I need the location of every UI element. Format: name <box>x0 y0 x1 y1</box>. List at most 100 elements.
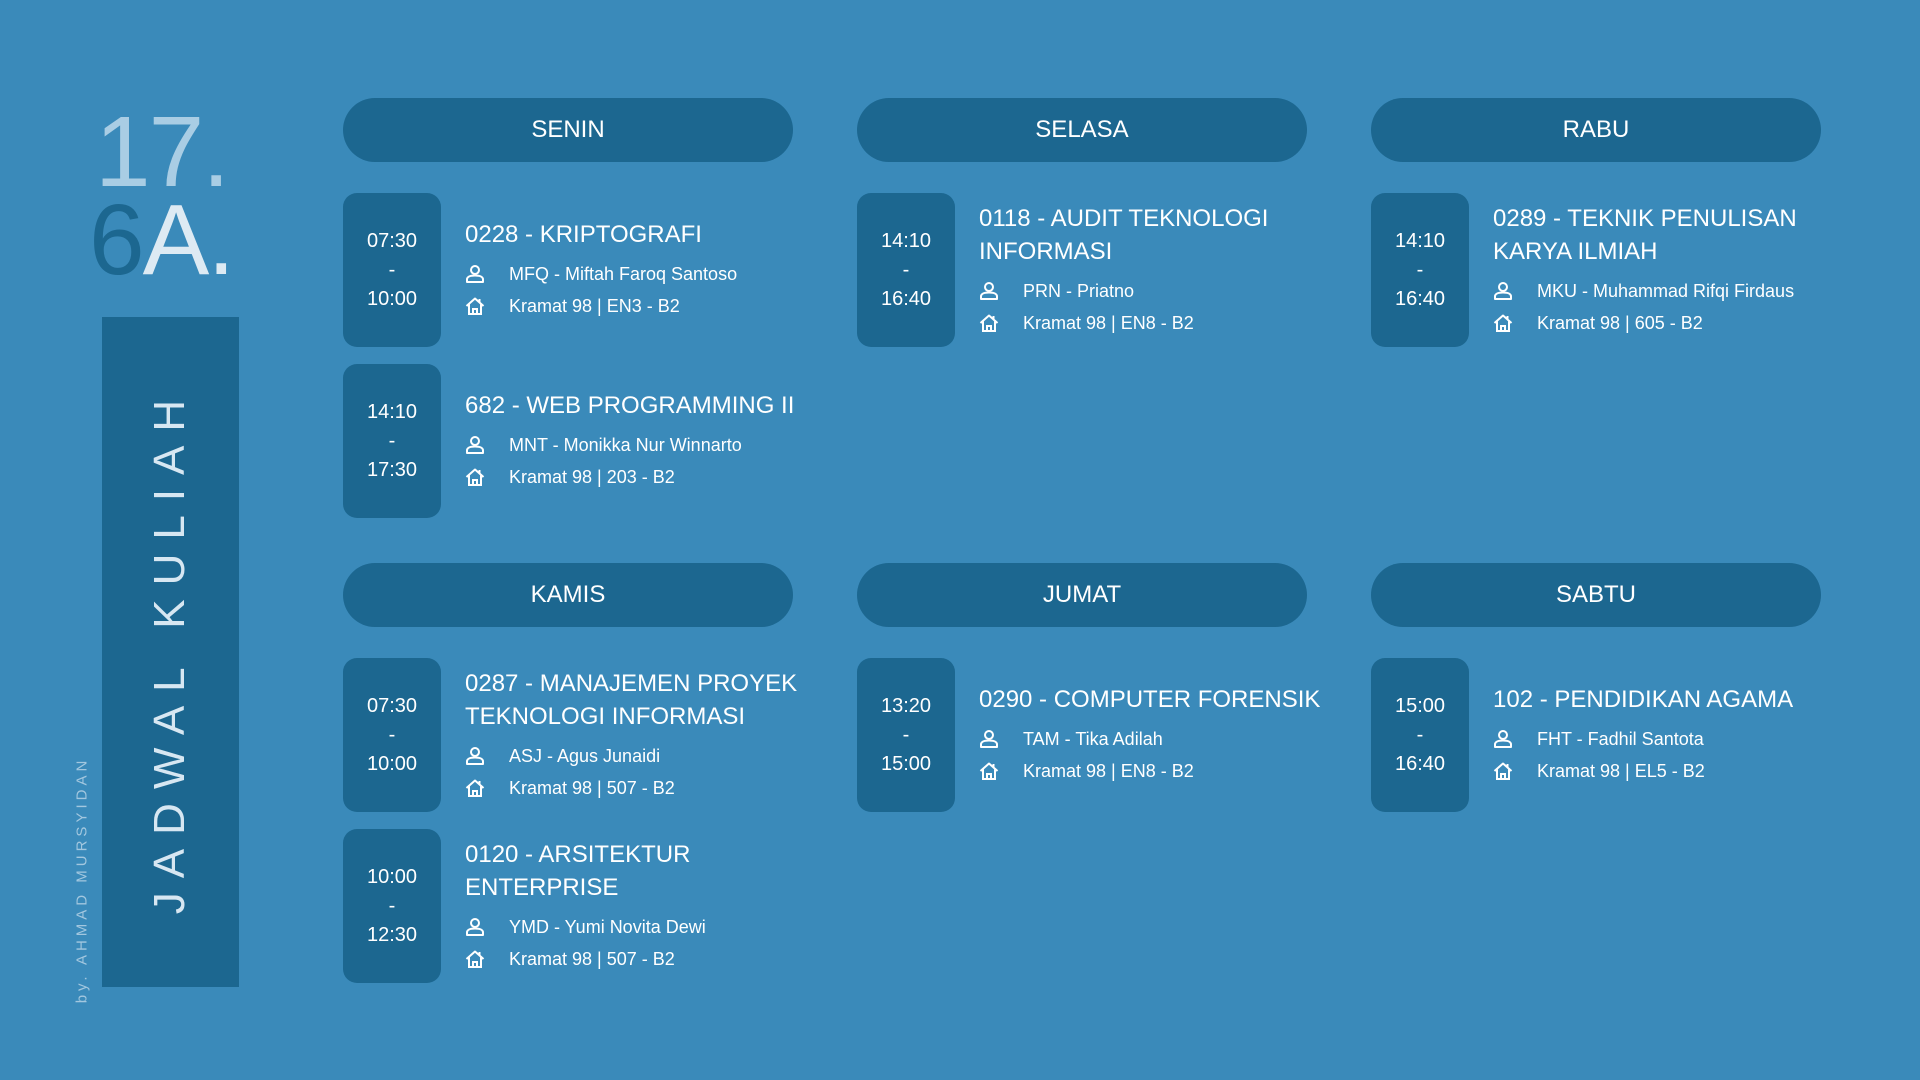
start-time: 14:10 <box>1394 229 1446 252</box>
course-title: 0290 - COMPUTER FORENSIK <box>979 686 1321 713</box>
time-box: 13:20 - 15:00 <box>857 658 955 812</box>
start-time: 10:00 <box>366 865 418 888</box>
time-separator: - <box>388 723 396 746</box>
home-icon <box>979 313 1001 333</box>
time-separator: - <box>388 258 396 281</box>
room-row: Kramat 98 | EN8 - B2 <box>979 307 1334 339</box>
lecturer-name: MNT - Monikka Nur Winnarto <box>509 435 742 455</box>
time-box: 14:10 - 16:40 <box>857 193 955 347</box>
room-location: Kramat 98 | EL5 - B2 <box>1537 761 1705 781</box>
class-code-number: 6 <box>89 184 145 296</box>
course-title: 102 - PENDIDIKAN AGAMA <box>1493 686 1794 713</box>
course-title: 0228 - KRIPTOGRAFI <box>465 221 702 248</box>
lecturer-row: YMD - Yumi Novita Dewi <box>465 911 820 943</box>
time-separator: - <box>1416 258 1424 281</box>
end-time: 16:40 <box>1394 287 1446 310</box>
lecturer-row: PRN - Priatno <box>979 275 1334 307</box>
end-time: 10:00 <box>366 752 418 775</box>
start-time: 13:20 <box>880 694 932 717</box>
lecturer-name: MKU - Muhammad Rifqi Firdaus <box>1537 280 1795 301</box>
class-code-letter: A. <box>142 184 235 296</box>
person-icon <box>979 729 1001 749</box>
course-info: 682 - WEB PROGRAMMING II MNT - Monikka N… <box>465 364 820 518</box>
class-code-line2: 6A. <box>89 190 235 290</box>
room-row: Kramat 98 | 507 - B2 <box>465 772 820 804</box>
course-title: 682 - WEB PROGRAMMING II <box>465 392 795 419</box>
time-separator: - <box>1416 723 1424 746</box>
room-location: Kramat 98 | 507 - B2 <box>509 948 675 969</box>
course-info: 0118 - AUDIT TEKNOLOGI INFORMASI PRN - P… <box>979 193 1334 347</box>
time-box: 15:00 - 16:40 <box>1371 658 1469 812</box>
lecturer-row: FHT - Fadhil Santota <box>1493 723 1848 755</box>
course-card: 15:00 - 16:40 102 - PENDIDIKAN AGAMA FHT… <box>1371 658 1851 812</box>
time-box: 07:30 - 10:00 <box>343 193 441 347</box>
room-location: Kramat 98 | EN3 - B2 <box>509 296 680 316</box>
home-icon <box>465 296 487 316</box>
start-time: 14:10 <box>880 229 932 252</box>
end-time: 16:40 <box>880 287 932 310</box>
time-separator: - <box>388 894 396 917</box>
lecturer-row: MKU - Muhammad Rifqi Firdaus <box>1493 275 1848 307</box>
day-header-senin: SENIN <box>343 98 793 162</box>
end-time: 15:00 <box>880 752 932 775</box>
home-icon <box>465 949 487 969</box>
course-info: 102 - PENDIDIKAN AGAMA FHT - Fadhil Sant… <box>1493 658 1848 812</box>
day-header-jumat: JUMAT <box>857 563 1307 627</box>
course-title: 0120 - ARSITEKTUR ENTERPRISE <box>465 840 691 901</box>
start-time: 07:30 <box>366 694 418 717</box>
time-box: 14:10 - 17:30 <box>343 364 441 518</box>
lecturer-row: MFQ - Miftah Faroq Santoso <box>465 258 820 290</box>
room-row: Kramat 98 | 507 - B2 <box>465 943 820 975</box>
person-icon <box>465 264 487 284</box>
room-location: Kramat 98 | 605 - B2 <box>1537 312 1703 333</box>
person-icon <box>465 435 487 455</box>
home-icon <box>1493 313 1515 333</box>
course-title: 0289 - TEKNIK PENULISAN KARYA ILMIAH <box>1493 204 1797 265</box>
end-time: 16:40 <box>1394 752 1446 775</box>
person-icon <box>465 746 487 766</box>
start-time: 15:00 <box>1394 694 1446 717</box>
course-card: 14:10 - 16:40 0289 - TEKNIK PENULISAN KA… <box>1371 193 1851 347</box>
lecturer-name: PRN - Priatno <box>1023 280 1135 301</box>
class-code: 17. 6A. <box>89 102 235 290</box>
author-credit: by. AHMAD MURSYIDAN <box>73 756 91 1004</box>
home-icon <box>979 761 1001 781</box>
course-card: 10:00 - 12:30 0120 - ARSITEKTUR ENTERPRI… <box>343 829 823 983</box>
room-row: Kramat 98 | EL5 - B2 <box>1493 755 1848 787</box>
room-row: Kramat 98 | EN8 - B2 <box>979 755 1334 787</box>
time-box: 07:30 - 10:00 <box>343 658 441 812</box>
person-icon <box>465 917 487 937</box>
course-card: 14:10 - 16:40 0118 - AUDIT TEKNOLOGI INF… <box>857 193 1337 347</box>
day-header-kamis: KAMIS <box>343 563 793 627</box>
time-separator: - <box>902 258 910 281</box>
room-row: Kramat 98 | 605 - B2 <box>1493 307 1848 339</box>
course-card: 07:30 - 10:00 0228 - KRIPTOGRAFI MFQ - M… <box>343 193 823 347</box>
lecturer-name: TAM - Tika Adilah <box>1023 729 1163 749</box>
home-icon <box>465 467 487 487</box>
course-info: 0228 - KRIPTOGRAFI MFQ - Miftah Faroq Sa… <box>465 193 820 347</box>
start-time: 07:30 <box>366 229 418 252</box>
day-header-sabtu: SABTU <box>1371 563 1821 627</box>
course-info: 0120 - ARSITEKTUR ENTERPRISE YMD - Yumi … <box>465 829 820 983</box>
end-time: 17:30 <box>366 458 418 481</box>
time-box: 10:00 - 12:30 <box>343 829 441 983</box>
lecturer-name: YMD - Yumi Novita Dewi <box>509 916 706 937</box>
room-location: Kramat 98 | 507 - B2 <box>509 777 675 798</box>
course-card: 13:20 - 15:00 0290 - COMPUTER FORENSIK T… <box>857 658 1337 812</box>
course-info: 0289 - TEKNIK PENULISAN KARYA ILMIAH MKU… <box>1493 193 1848 347</box>
day-header-rabu: RABU <box>1371 98 1821 162</box>
course-title: 0118 - AUDIT TEKNOLOGI INFORMASI <box>979 204 1269 265</box>
person-icon <box>1493 729 1515 749</box>
room-location: Kramat 98 | EN8 - B2 <box>1023 312 1194 333</box>
course-info: 0287 - MANAJEMEN PROYEK TEKNOLOGI INFORM… <box>465 658 820 812</box>
start-time: 14:10 <box>366 400 418 423</box>
end-time: 10:00 <box>366 287 418 310</box>
course-card: 14:10 - 17:30 682 - WEB PROGRAMMING II M… <box>343 364 823 518</box>
lecturer-name: FHT - Fadhil Santota <box>1537 729 1704 749</box>
day-header-selasa: SELASA <box>857 98 1307 162</box>
home-icon <box>1493 761 1515 781</box>
lecturer-name: MFQ - Miftah Faroq Santoso <box>509 264 738 284</box>
time-box: 14:10 - 16:40 <box>1371 193 1469 347</box>
room-location: Kramat 98 | 203 - B2 <box>509 467 675 487</box>
room-row: Kramat 98 | 203 - B2 <box>465 461 820 493</box>
